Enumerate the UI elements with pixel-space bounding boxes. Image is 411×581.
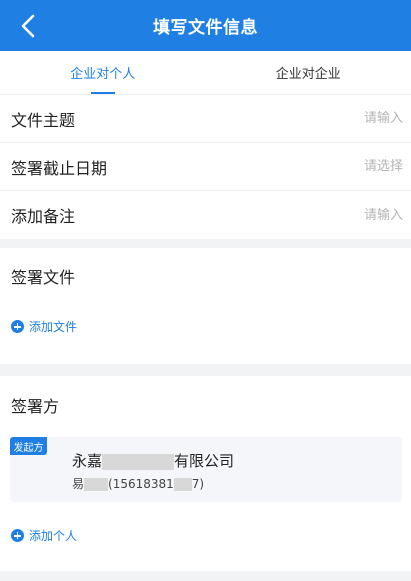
- files-section-title: 签署文件: [11, 268, 76, 287]
- deadline-row[interactable]: 签署截止日期: [0, 143, 411, 191]
- subject-row: 文件主题: [0, 95, 411, 143]
- subject-input[interactable]: [263, 111, 403, 126]
- signer-contact: 易 (15618381 7): [72, 475, 204, 492]
- remark-row: 添加备注: [0, 191, 411, 239]
- redaction-block: [84, 478, 109, 491]
- phone-prefix: (15618381: [108, 477, 174, 491]
- initiator-badge: 发起方: [10, 437, 47, 455]
- company-name-prefix: 永嘉: [72, 452, 103, 470]
- redaction-block: [102, 453, 175, 470]
- plus-circle-icon: [11, 320, 24, 333]
- deadline-label: 签署截止日期: [11, 158, 108, 178]
- remark-label: 添加备注: [11, 207, 76, 226]
- phone-suffix: 7): [191, 477, 205, 491]
- plus-circle-icon: [11, 529, 24, 542]
- files-section: 签署文件 添加文件: [0, 248, 411, 364]
- redaction-block: [173, 478, 192, 491]
- tab-bar: 企业对个人 企业对企业: [0, 51, 411, 95]
- deadline-picker[interactable]: [263, 159, 403, 174]
- back-button[interactable]: [6, 0, 50, 51]
- add-individual-button[interactable]: 添加个人: [0, 527, 77, 544]
- company-name-suffix: 有限公司: [174, 452, 235, 470]
- signers-section: 签署方 发起方 永嘉 有限公司 易 (15618381 7) 添加个人: [0, 376, 411, 571]
- chevron-left-icon: [21, 14, 35, 37]
- page-title: 填写文件信息: [153, 18, 258, 38]
- signer-card[interactable]: 发起方 永嘉 有限公司 易 (15618381 7): [10, 437, 402, 502]
- contact-name-prefix: 易: [72, 477, 85, 491]
- remark-input[interactable]: [263, 207, 403, 223]
- signers-section-title: 签署方: [11, 397, 60, 416]
- file-info-form: 文件主题 签署截止日期 添加备注: [0, 95, 411, 239]
- add-file-label: 添加文件: [29, 320, 78, 334]
- add-individual-label: 添加个人: [29, 529, 78, 543]
- tab-enterprise-to-enterprise[interactable]: 企业对企业: [206, 51, 411, 94]
- tab-enterprise-to-individual[interactable]: 企业对个人: [0, 51, 206, 94]
- top-bar: 填写文件信息: [0, 0, 411, 51]
- signer-company-name: 永嘉 有限公司: [72, 450, 234, 471]
- subject-label: 文件主题: [11, 110, 76, 130]
- add-file-button[interactable]: 添加文件: [0, 318, 77, 335]
